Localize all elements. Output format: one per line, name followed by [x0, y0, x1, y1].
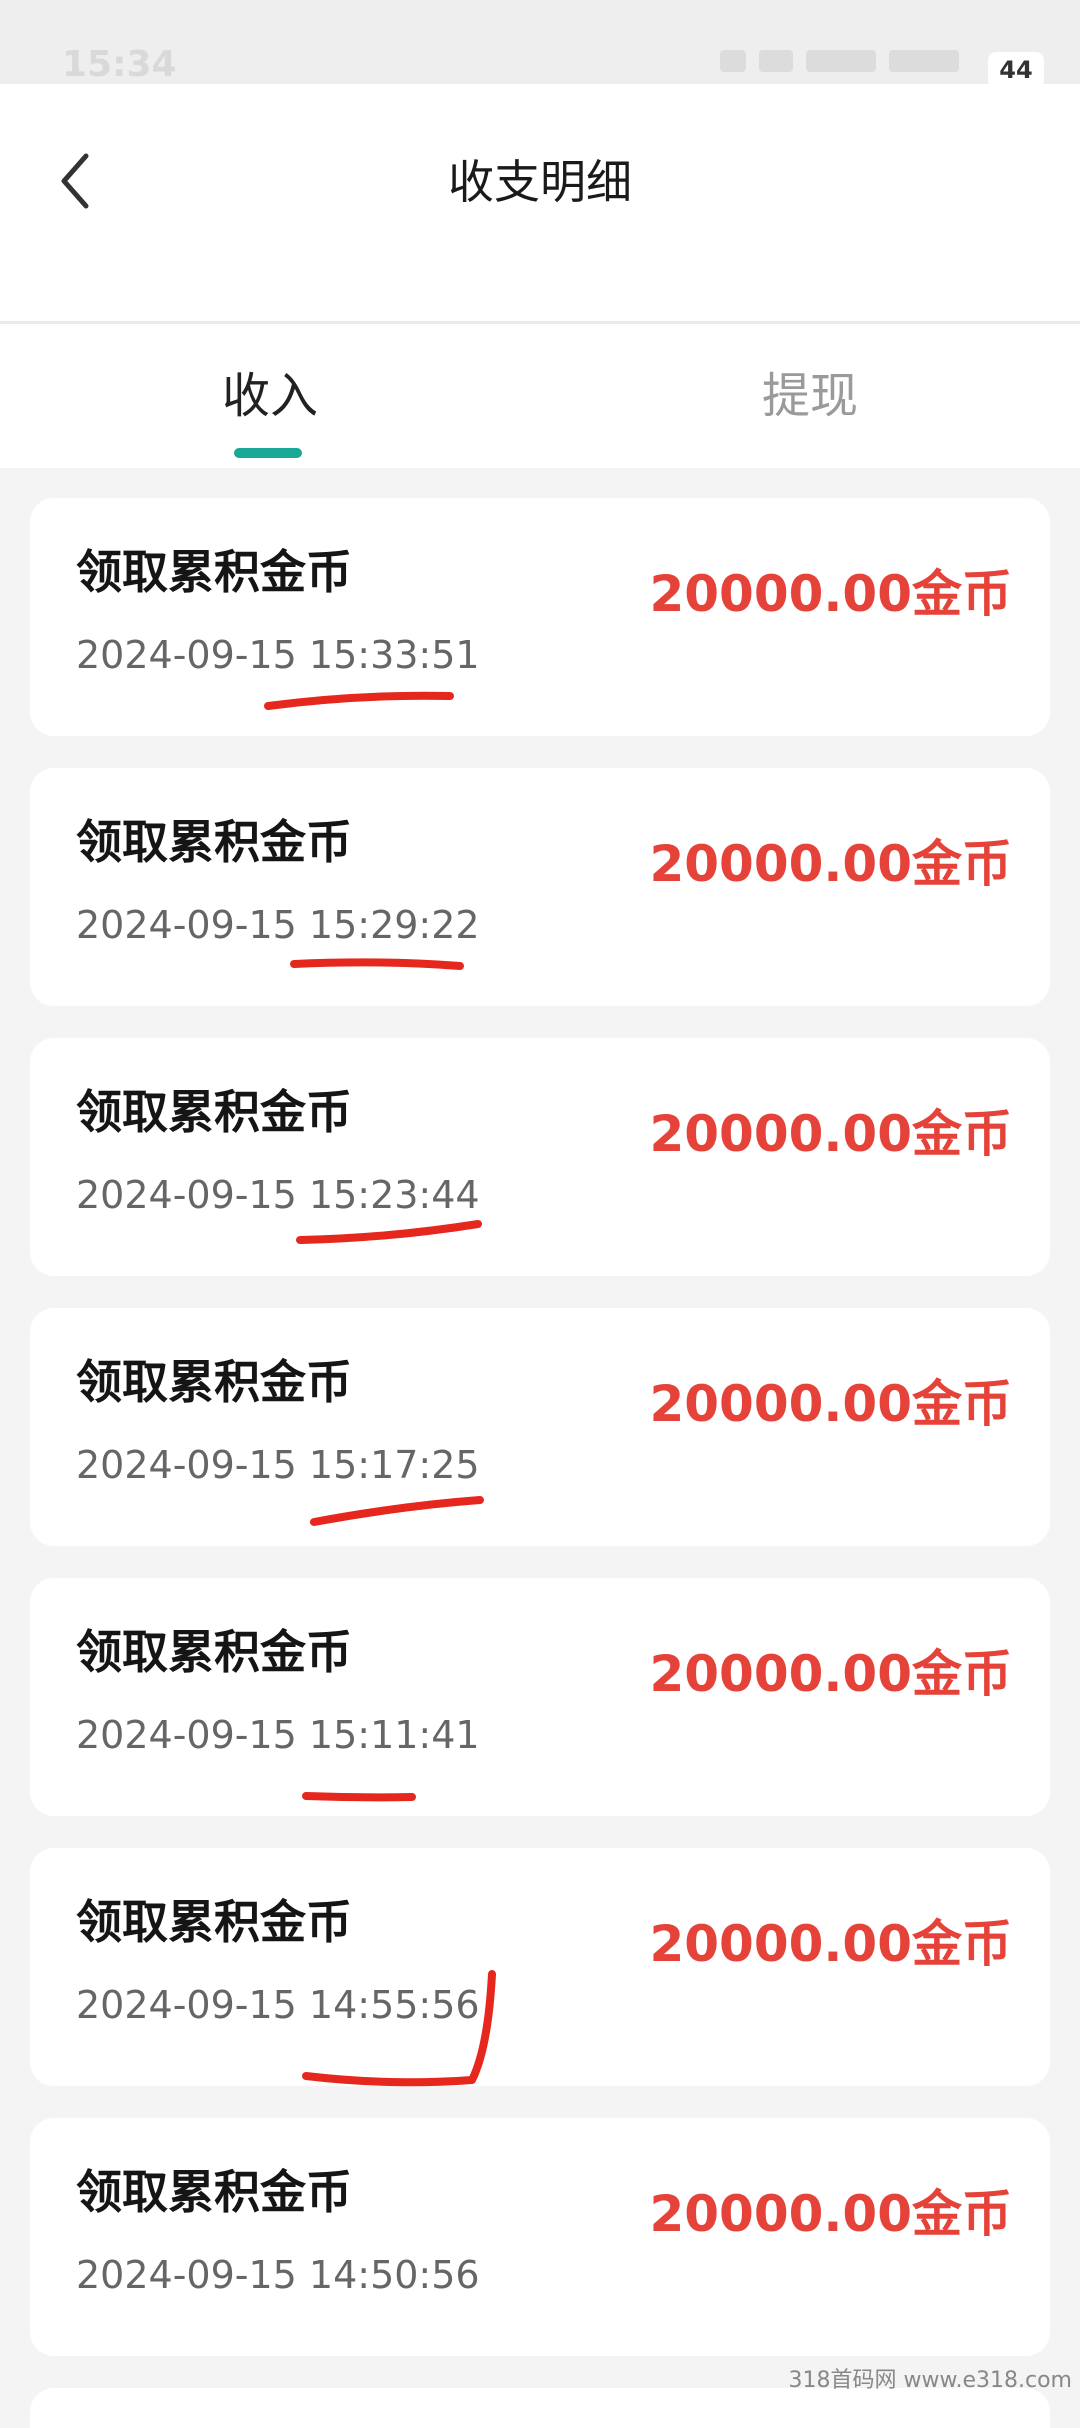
- record-date: 2024-09-15 15:23:44: [76, 1173, 480, 1217]
- record-item-partial[interactable]: [30, 2388, 1050, 2428]
- record-item[interactable]: 领取累积金币 2024-09-15 14:50:56 20000.00金币: [30, 2118, 1050, 2356]
- status-time: 15:34: [62, 44, 177, 85]
- record-item[interactable]: 领取累积金币 2024-09-15 15:29:22 20000.00金币: [30, 768, 1050, 1006]
- record-amount: 20000.00金币: [649, 1375, 1012, 1433]
- record-amount: 20000.00金币: [649, 835, 1012, 893]
- tab-income[interactable]: 收入: [0, 324, 540, 468]
- record-item[interactable]: 领取累积金币 2024-09-15 15:33:51 20000.00金币: [30, 498, 1050, 736]
- record-amount: 20000.00金币: [649, 565, 1012, 623]
- record-title: 领取累积金币: [76, 1085, 352, 1139]
- record-item[interactable]: 领取累积金币 2024-09-15 15:11:41 20000.00金币: [30, 1578, 1050, 1816]
- record-date: 2024-09-15 15:29:22: [76, 903, 480, 947]
- tab-bar: 收入 提现: [0, 324, 1080, 468]
- record-date: 2024-09-15 14:55:56: [76, 1983, 480, 2027]
- status-bar: 15:34 44: [0, 0, 1080, 88]
- tab-withdraw[interactable]: 提现: [540, 324, 1080, 468]
- tab-withdraw-label: 提现: [761, 368, 858, 424]
- record-item[interactable]: 领取累积金币 2024-09-15 15:17:25 20000.00金币: [30, 1308, 1050, 1546]
- record-date: 2024-09-15 15:11:41: [76, 1713, 480, 1757]
- record-amount: 20000.00金币: [649, 2185, 1012, 2243]
- record-title: 领取累积金币: [76, 1895, 352, 1949]
- record-amount: 20000.00金币: [649, 1915, 1012, 1973]
- wifi-icon: [889, 50, 960, 72]
- tab-income-label: 收入: [222, 368, 319, 424]
- record-title: 领取累积金币: [76, 2165, 352, 2219]
- record-title: 领取累积金币: [76, 815, 352, 869]
- watermark: 318首码网 www.e318.com: [788, 2368, 1072, 2393]
- record-date: 2024-09-15 14:50:56: [76, 2253, 480, 2297]
- battery-icon: 44: [988, 52, 1044, 88]
- record-title: 领取累积金币: [76, 545, 352, 599]
- record-item[interactable]: 领取累积金币 2024-09-15 14:55:56 20000.00金币: [30, 1848, 1050, 2087]
- tab-active-indicator: [234, 448, 302, 458]
- signal-icon: [806, 50, 877, 72]
- record-item[interactable]: 领取累积金币 2024-09-15 15:23:44 20000.00金币: [30, 1038, 1050, 1276]
- network-speed-icon: [759, 50, 794, 72]
- record-date: 2024-09-15 15:33:51: [76, 633, 480, 677]
- record-amount: 20000.00金币: [649, 1105, 1012, 1163]
- page-title: 收支明细: [448, 155, 632, 209]
- status-icons: [720, 50, 980, 80]
- record-title: 领取累积金币: [76, 1625, 352, 1679]
- record-amount: 20000.00金币: [649, 1645, 1012, 1703]
- record-date: 2024-09-15 15:17:25: [76, 1443, 480, 1487]
- notification-icon: [720, 50, 746, 72]
- record-title: 领取累积金币: [76, 1355, 352, 1409]
